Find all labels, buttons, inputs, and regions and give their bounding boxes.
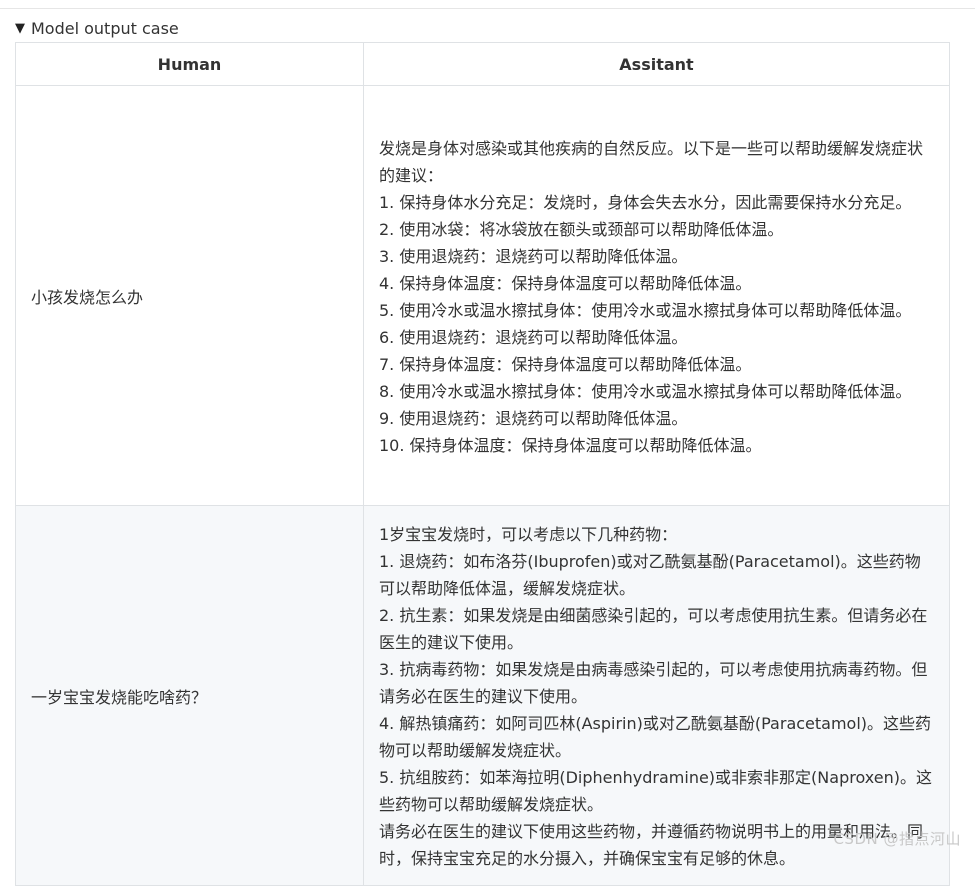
assistant-line: 3. 抗病毒药物：如果发烧是由病毒感染引起的，可以考虑使用抗病毒药物。但请务必在…: [379, 660, 928, 706]
assistant-line: 6. 使用退烧药：退烧药可以帮助降低体温。: [379, 327, 688, 347]
top-divider: [0, 8, 975, 9]
assistant-line: 发烧是身体对感染或其他疾病的自然反应。以下是一些可以帮助缓解发烧症状的建议：: [379, 138, 924, 185]
header-assistant: Assitant: [363, 42, 950, 86]
assistant-line: 1岁宝宝发烧时，可以考虑以下几种药物：: [379, 525, 678, 544]
assistant-line: 5. 使用冷水或温水擦拭身体：使用冷水或温水擦拭身体可以帮助降低体温。: [379, 300, 912, 320]
assistant-line: 3. 使用退烧药：退烧药可以帮助降低体温。: [379, 246, 688, 266]
table-row: 一岁宝宝发烧能吃啥药？ 1岁宝宝发烧时，可以考虑以下几种药物： 1. 退烧药：如…: [15, 505, 950, 886]
assistant-line: 10. 保持身体温度：保持身体温度可以帮助降低体温。: [379, 435, 762, 455]
assistant-line: 8. 使用冷水或温水擦拭身体：使用冷水或温水擦拭身体可以帮助降低体温。: [379, 381, 912, 401]
watermark: CSDN @指点河山: [833, 830, 961, 848]
summary-label: Model output case: [31, 19, 179, 38]
assistant-line: 4. 解热镇痛药：如阿司匹林(Aspirin)或对乙酰氨基酚(Paracetam…: [379, 714, 932, 760]
details-block: ▼ Model output case Human Assitant 小孩发烧怎…: [15, 17, 950, 886]
assistant-line: 1. 退烧药：如布洛芬(Ibuprofen)或对乙酰氨基酚(Paracetamo…: [379, 552, 921, 598]
triangle-down-icon[interactable]: ▼: [15, 17, 25, 41]
human-cell: 小孩发烧怎么办: [15, 85, 364, 506]
table-row: 小孩发烧怎么办 发烧是身体对感染或其他疾病的自然反应。以下是一些可以帮助缓解发烧…: [15, 85, 950, 506]
table-header-row: Human Assitant: [15, 42, 950, 86]
model-output-table: Human Assitant 小孩发烧怎么办 发烧是身体对感染或其他疾病的自然反…: [15, 42, 950, 886]
assistant-line: 5. 抗组胺药：如苯海拉明(Diphenhydramine)或非索非那定(Nap…: [379, 768, 932, 814]
human-cell: 一岁宝宝发烧能吃啥药？: [15, 505, 364, 886]
assistant-cell: 发烧是身体对感染或其他疾病的自然反应。以下是一些可以帮助缓解发烧症状的建议： 1…: [363, 85, 950, 506]
assistant-line: 4. 保持身体温度：保持身体温度可以帮助降低体温。: [379, 273, 752, 293]
header-human: Human: [15, 42, 364, 86]
assistant-line: 9. 使用退烧药：退烧药可以帮助降低体温。: [379, 408, 688, 428]
details-summary[interactable]: ▼ Model output case: [15, 17, 949, 41]
assistant-line: 1. 保持身体水分充足：发烧时，身体会失去水分，因此需要保持水分充足。: [379, 192, 912, 212]
assistant-line: 7. 保持身体温度：保持身体温度可以帮助降低体温。: [379, 354, 752, 374]
assistant-line: 2. 使用冰袋：将冰袋放在额头或颈部可以帮助降低体温。: [379, 219, 784, 239]
assistant-line: 2. 抗生素：如果发烧是由细菌感染引起的，可以考虑使用抗生素。但请务必在医生的建…: [379, 606, 928, 652]
